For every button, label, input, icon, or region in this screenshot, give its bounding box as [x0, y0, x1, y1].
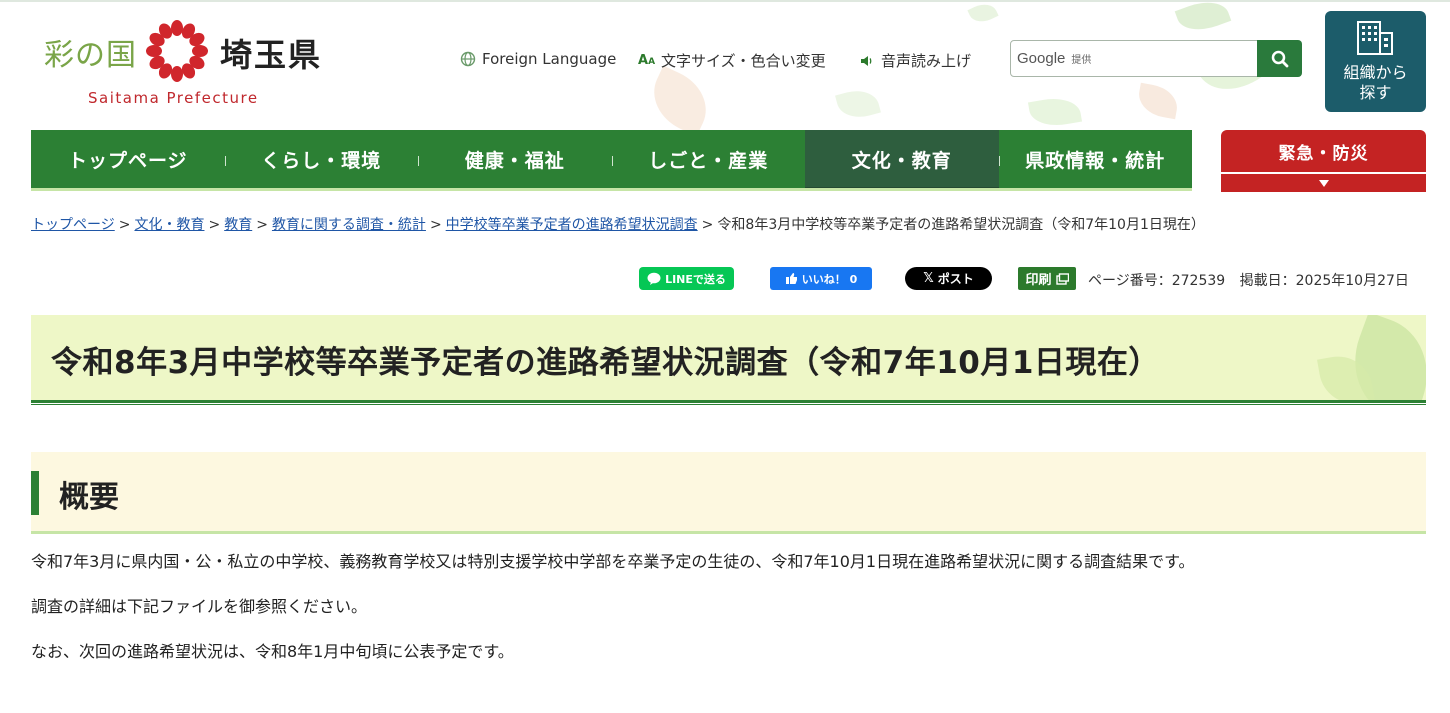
voice-reader-label: 音声読み上げ: [881, 52, 972, 70]
decor-leaf: [1027, 93, 1083, 131]
page-title: 令和8年3月中学校等卒業予定者の進路希望状況調査（令和7年10月1日現在）: [51, 345, 1160, 381]
emergency-label: 緊急・防災: [1221, 130, 1426, 172]
title-underline-thin: [31, 404, 1426, 405]
section-heading-box: 概要: [31, 452, 1426, 531]
breadcrumb-link[interactable]: 教育に関する調査・統計: [272, 217, 426, 233]
top-border: [0, 0, 1450, 2]
emergency-disaster-button[interactable]: 緊急・防災: [1221, 130, 1426, 192]
line-share-button[interactable]: LINEで送る: [639, 267, 734, 290]
search-brand-sub: 提供: [1071, 55, 1092, 66]
saitama-flower-icon: [146, 20, 208, 82]
print-window-icon: [1055, 272, 1069, 285]
search-icon: [1271, 50, 1288, 67]
text-size-link[interactable]: AA 文字サイズ・色合い変更: [638, 50, 826, 71]
nav-item-living[interactable]: くらし・環境: [224, 130, 419, 188]
breadcrumb-separator: >: [701, 217, 714, 233]
voice-reader-link[interactable]: 音声読み上げ: [859, 50, 971, 71]
decor-leaf: [967, 0, 999, 27]
site-logo[interactable]: 彩の国 埼玉県 Saitama Prefecture: [44, 16, 344, 112]
foreign-language-label: Foreign Language: [482, 50, 617, 68]
building-icon: [1357, 21, 1393, 55]
organization-search-button[interactable]: 組織から 探す: [1325, 11, 1426, 112]
global-navigation: トップページ くらし・環境 健康・福祉 しごと・産業 文化・教育 県政情報・統計: [31, 130, 1193, 191]
org-label-line1: 組織から: [1343, 63, 1408, 82]
speaker-icon: [861, 55, 872, 66]
search-button[interactable]: [1257, 40, 1302, 77]
x-post-label: ポスト: [937, 272, 974, 286]
x-post-button[interactable]: 𝕏 ポスト: [905, 267, 992, 290]
decor-leaf: [1174, 0, 1232, 38]
breadcrumb-link[interactable]: 文化・教育: [134, 217, 204, 233]
logo-english: Saitama Prefecture: [88, 89, 259, 107]
body-paragraph: 調査の詳細は下記ファイルを御参照ください。: [31, 597, 368, 616]
print-label: 印刷: [1025, 273, 1052, 288]
breadcrumb-link[interactable]: 教育: [224, 217, 252, 233]
body-paragraph: なお、次回の進路希望状況は、令和8年1月中旬頃に公表予定です。: [31, 642, 514, 661]
posted-date: 掲載日：2025年10月27日: [1239, 273, 1409, 289]
line-icon: [647, 272, 661, 285]
page-title-box: 令和8年3月中学校等卒業予定者の進路希望状況調査（令和7年10月1日現在）: [31, 315, 1426, 400]
nav-item-work[interactable]: しごと・産業: [611, 130, 806, 188]
site-search: Google 提供: [1010, 40, 1302, 77]
page-meta: ページ番号：272539 掲載日：2025年10月27日: [1088, 270, 1409, 290]
font-size-icon: AA: [638, 53, 656, 68]
title-underline: [31, 400, 1426, 403]
org-label-line2: 探す: [1359, 83, 1392, 102]
caret-down-icon: [1318, 179, 1329, 187]
nav-underline: [31, 188, 1192, 191]
nav-item-top[interactable]: トップページ: [31, 130, 225, 188]
breadcrumb-link[interactable]: トップページ: [31, 217, 115, 233]
body-paragraph: 令和7年3月に県内国・公・私立の中学校、義務教育学校又は特別支援学校中学部を卒業…: [31, 552, 1195, 571]
breadcrumb-link[interactable]: 中学校等卒業予定者の進路希望状況調査: [446, 217, 698, 233]
nav-item-government[interactable]: 県政情報・統計: [998, 130, 1193, 188]
decor-leaf: [1135, 82, 1181, 120]
decor-leaf: [642, 65, 718, 137]
emergency-toggle[interactable]: [1221, 174, 1426, 192]
nav-item-health[interactable]: 健康・福祉: [418, 130, 612, 188]
search-brand: Google: [1017, 50, 1066, 67]
facebook-like-label: いいね！ 0: [801, 272, 858, 286]
logo-prefix: 彩の国: [44, 38, 137, 73]
logo-name: 埼玉県: [220, 36, 323, 74]
organization-search-label: 組織から 探す: [1325, 63, 1426, 103]
search-input[interactable]: Google 提供: [1010, 40, 1258, 77]
text-size-label: 文字サイズ・色合い変更: [661, 52, 826, 70]
nav-item-culture-education[interactable]: 文化・教育: [805, 130, 999, 191]
x-logo-icon: 𝕏: [923, 271, 934, 286]
section-accent-bar: [31, 471, 39, 515]
breadcrumb-separator: >: [118, 217, 131, 233]
section-underline: [31, 531, 1426, 534]
breadcrumb-separator: >: [208, 217, 221, 233]
print-button[interactable]: 印刷: [1018, 267, 1076, 290]
breadcrumb-separator: >: [429, 217, 442, 233]
line-share-label: LINEで送る: [665, 272, 726, 286]
decor-leaf: [835, 85, 881, 123]
foreign-language-link[interactable]: Foreign Language: [460, 50, 616, 68]
breadcrumb: トップページ > 文化・教育 > 教育 > 教育に関する調査・統計 > 中学校等卒業予定者の進路…: [31, 214, 1205, 234]
page-number: ページ番号：272539: [1088, 273, 1226, 289]
breadcrumb-separator: >: [256, 217, 268, 233]
thumbs-up-icon: [785, 273, 797, 284]
section-heading: 概要: [59, 480, 119, 515]
facebook-like-button[interactable]: いいね！ 0: [770, 267, 872, 290]
globe-icon: [460, 51, 476, 67]
breadcrumb-current: 令和8年3月中学校等卒業予定者の進路希望状況調査（令和7年10月1日現在）: [717, 217, 1205, 233]
